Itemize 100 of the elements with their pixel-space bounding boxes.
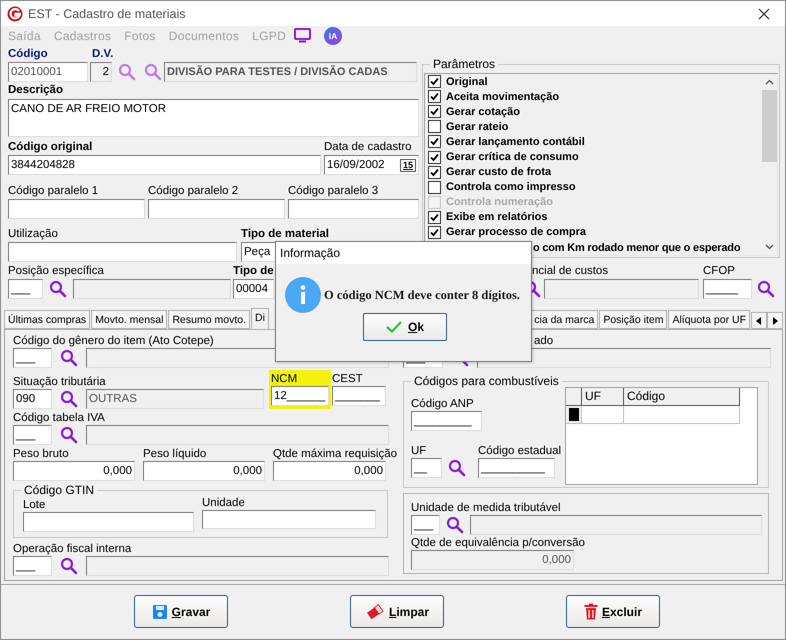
- tab-scroll-left-button[interactable]: [751, 312, 767, 329]
- checkbox[interactable]: [428, 135, 441, 148]
- tab[interactable]: Resumo movto.: [168, 310, 250, 329]
- input-field[interactable]: [148, 199, 285, 219]
- field-label: Situação tributária: [13, 375, 106, 389]
- column-header[interactable]: Código: [624, 388, 740, 406]
- tab[interactable]: Posição item: [599, 310, 668, 329]
- field-label: Peso líquido: [143, 447, 206, 461]
- dialog-message: O código NCM deve conter 8 dígitos.: [324, 288, 520, 302]
- checkbox[interactable]: [428, 75, 441, 88]
- option-label: Original: [446, 76, 488, 88]
- row-indicator[interactable]: [566, 406, 582, 424]
- checkbox[interactable]: [428, 180, 441, 194]
- option-label: Exibe em relatórios: [446, 211, 548, 224]
- close-icon[interactable]: [758, 8, 770, 20]
- scroll-up-icon[interactable]: [765, 79, 774, 85]
- ia-button[interactable]: IA: [324, 26, 342, 44]
- input-field[interactable]: ___: [13, 348, 52, 368]
- checkbox[interactable]: [428, 210, 441, 224]
- input-field[interactable]: 00004: [233, 279, 274, 299]
- tab[interactable]: Movto. mensal: [91, 310, 168, 329]
- input-field[interactable]: ___: [13, 556, 52, 576]
- save-button[interactable]: Gravar: [134, 595, 228, 628]
- display-field: OUTRAS: [86, 389, 264, 409]
- check-icon: [386, 321, 402, 333]
- input-field[interactable]: [8, 199, 145, 219]
- input-field[interactable]: ___: [8, 279, 43, 299]
- field-label: Tipo de: [233, 264, 274, 279]
- dialog-title: Informação: [280, 246, 340, 260]
- input-field[interactable]: [23, 512, 194, 532]
- option-label: Gerar processo de compra: [446, 226, 586, 238]
- tab[interactable]: Últimas compras: [4, 310, 90, 329]
- input-field[interactable]: ___: [411, 515, 440, 535]
- tab[interactable]: Di: [251, 308, 269, 329]
- input-field[interactable]: 12______: [271, 386, 329, 406]
- text-area[interactable]: CANO DE AR FREIO MOTOR: [8, 99, 419, 137]
- input-field[interactable]: 0,000: [13, 461, 135, 481]
- checkbox[interactable]: [428, 120, 441, 134]
- option-label: o com Km rodado menor que o esperado: [533, 242, 740, 254]
- field-label: NCM: [271, 372, 298, 386]
- checkbox[interactable]: [428, 105, 441, 118]
- tab[interactable]: cia da marca: [530, 310, 598, 329]
- field-label: ncial de custos: [531, 264, 608, 279]
- input-field[interactable]: 02010001: [8, 62, 88, 82]
- search-icon[interactable]: [60, 557, 78, 575]
- checkbox[interactable]: [428, 166, 441, 179]
- input-field[interactable]: ___: [13, 425, 52, 445]
- field-label: Código: [8, 47, 49, 62]
- input-field[interactable]: [288, 199, 419, 219]
- checkbox[interactable]: [428, 90, 441, 104]
- info-icon: [285, 277, 321, 313]
- option-label: Controla numeração: [446, 196, 553, 208]
- input-field[interactable]: __: [411, 458, 442, 478]
- field-label: Operação fiscal interna: [13, 542, 132, 556]
- search-icon[interactable]: [60, 426, 78, 444]
- eraser-icon: [364, 604, 385, 620]
- date-field[interactable]: 16/09/2002 15: [324, 155, 419, 175]
- display-field: 0,000: [411, 550, 574, 570]
- option-label: Gerar rateio: [446, 120, 508, 133]
- input-field[interactable]: __________: [478, 458, 555, 478]
- group-title: Código GTIN: [23, 484, 96, 496]
- checkbox[interactable]: [428, 150, 441, 164]
- scrollbar-thumb[interactable]: [762, 90, 777, 162]
- search-icon[interactable]: [757, 280, 775, 298]
- column-header[interactable]: UF: [582, 388, 624, 406]
- tab-scroll-right-button[interactable]: [767, 312, 783, 329]
- display-field: DIVISÃO PARA TESTES / DIVISÃO CADAS: [164, 62, 417, 82]
- checkbox[interactable]: [428, 226, 441, 239]
- search-icon[interactable]: [60, 349, 78, 367]
- input-field[interactable]: _____: [703, 279, 752, 299]
- table-cell[interactable]: [624, 406, 740, 424]
- field-label: UF: [411, 444, 426, 458]
- clear-button[interactable]: Limpar: [350, 595, 444, 628]
- input-field[interactable]: 3844204828: [8, 155, 321, 175]
- field-label: Código paralelo 2: [148, 184, 238, 199]
- monitor-icon[interactable]: [294, 28, 312, 43]
- delete-button[interactable]: Excluir: [566, 595, 660, 628]
- input-field[interactable]: 0,000: [143, 461, 265, 481]
- tab[interactable]: Alíquota por UF: [668, 310, 750, 329]
- option-label: Gerar crítica de consumo: [446, 151, 579, 164]
- right-arrow-icon: [772, 316, 778, 324]
- input-field[interactable]: 0,000: [273, 461, 386, 481]
- field-label: Código original: [8, 140, 92, 155]
- input-field[interactable]: 090: [13, 389, 52, 409]
- input-field[interactable]: [202, 510, 376, 529]
- search-icon[interactable]: [448, 459, 466, 477]
- table-cell[interactable]: [582, 406, 624, 424]
- option-label: Aceita movimentação: [446, 90, 560, 103]
- scroll-down-icon[interactable]: [765, 244, 774, 250]
- field-label: Posição específica: [8, 264, 104, 279]
- search-icon[interactable]: [60, 390, 78, 408]
- input-field[interactable]: [8, 242, 237, 262]
- group-title: Parâmetros: [432, 58, 496, 70]
- search-icon[interactable]: [49, 280, 67, 298]
- field-label: D.V.: [92, 47, 114, 62]
- input-field[interactable]: _______: [332, 386, 386, 406]
- input-field[interactable]: _________: [411, 411, 482, 431]
- ok-button[interactable]: Ok: [363, 313, 447, 341]
- calendar-button[interactable]: 15: [400, 158, 416, 172]
- search-icon[interactable]: [446, 516, 464, 534]
